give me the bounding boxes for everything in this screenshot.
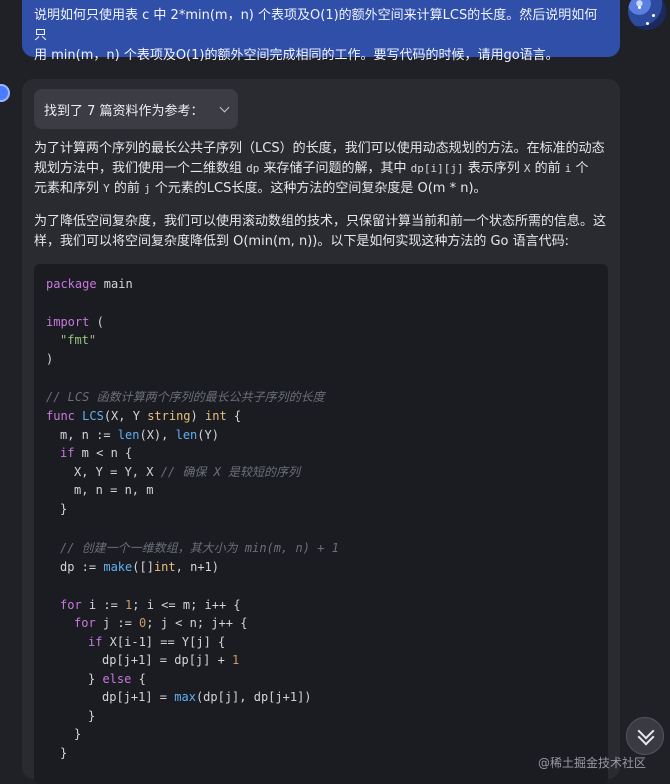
code-block[interactable]: package main import ( "fmt" ) // LCS 函数计… bbox=[34, 264, 608, 784]
code-line: } else { bbox=[88, 672, 146, 686]
user-message-bubble: 说明如何只使用表 c 中 2*min(m，n) 个表项及O(1)的额外空间来计算… bbox=[22, 0, 620, 63]
code-line: } bbox=[74, 727, 82, 741]
text-line: 元素和序列 Y 的前 j 个元素的LCS长度。这种方法的空间复杂度是 O(m *… bbox=[34, 181, 487, 196]
answer-paragraph-2: 为了降低空间复杂度，我们可以使用滚动数组的技术，只保留计算当前和前一个状态所需的… bbox=[34, 212, 612, 252]
references-label: 找到了 7 篇资料作为参考： bbox=[44, 103, 204, 119]
references-dropdown-button[interactable]: 找到了 7 篇资料作为参考： bbox=[34, 89, 238, 129]
code-line: if X[i-1] == Y[j] { bbox=[88, 635, 226, 649]
code-line: ) bbox=[46, 352, 54, 366]
user-message-line: 用 min(m，n) 个表项及O(1)的额外空间完成相同的工作。要写代码的时候，… bbox=[34, 48, 559, 63]
user-message-line: 说明如何只使用表 c 中 2*min(m，n) 个表项及O(1)的额外空间来计算… bbox=[34, 8, 598, 43]
code-line: } bbox=[60, 502, 68, 516]
watermark: @稀土掘金技术社区 bbox=[538, 756, 647, 770]
code-line: for i := 1; i <= m; i++ { bbox=[60, 598, 241, 612]
assistant-message-card: 找到了 7 篇资料作为参考： 为了计算两个序列的最长公共子序列（LCS）的长度，… bbox=[22, 79, 620, 784]
code-line: package main bbox=[46, 277, 133, 291]
code-line: if m < n { bbox=[60, 446, 133, 460]
inline-code: dp[i][j] bbox=[410, 162, 464, 175]
inline-code: j bbox=[144, 182, 151, 195]
code-line: m, n := len(X), len(Y) bbox=[60, 428, 219, 442]
inline-code: Y bbox=[103, 182, 110, 195]
code-line: import ( bbox=[46, 315, 104, 329]
code-line: for j := 0; j < n; j++ { bbox=[74, 616, 248, 630]
text-line: 为了降低空间复杂度，我们可以使用滚动数组的技术，只保留计算当前和前一个状态所需的… bbox=[34, 214, 607, 229]
code-line: dp[j+1] = max(dp[j], dp[j+1]) bbox=[102, 690, 312, 704]
code-line: dp := make([]int, n+1) bbox=[60, 560, 219, 574]
code-line: // LCS 函数计算两个序列的最长公共子序列的长度 bbox=[46, 390, 325, 404]
inline-code: dp bbox=[246, 162, 260, 175]
code-line: X, Y = Y, X // 确保 X 是较短的序列 bbox=[74, 465, 301, 479]
code-line: } bbox=[88, 709, 96, 723]
code-line: func LCS(X, Y string) int { bbox=[46, 409, 242, 423]
answer-paragraph-1: 为了计算两个序列的最长公共子序列（LCS）的长度，我们可以使用动态规划的方法。在… bbox=[34, 139, 612, 199]
code-line: } bbox=[60, 746, 68, 760]
assistant-avatar bbox=[0, 86, 8, 100]
code-line: // 创建一个一维数组，其大小为 min(m, n) + 1 bbox=[60, 541, 339, 555]
text-line: 规划方法中，我们使用一个二维数组 dp 来存储子问题的解，其中 dp[i][j]… bbox=[34, 161, 589, 176]
user-avatar[interactable] bbox=[628, 0, 666, 30]
code-line: dp[j+1] = dp[j] + 1 bbox=[102, 653, 240, 667]
code-line: "fmt" bbox=[60, 333, 97, 347]
code-line: m, n = n, m bbox=[74, 483, 154, 497]
chevron-down-icon bbox=[219, 102, 230, 113]
text-line: 样，我们可以将空间复杂度降低到 O(min(m, n))。以下是如何实现这种方法… bbox=[34, 234, 570, 249]
text-line: 为了计算两个序列的最长公共子序列（LCS）的长度，我们可以使用动态规划的方法。在… bbox=[34, 141, 605, 156]
scroll-to-bottom-button[interactable] bbox=[626, 717, 664, 755]
inline-code: X bbox=[523, 162, 531, 175]
